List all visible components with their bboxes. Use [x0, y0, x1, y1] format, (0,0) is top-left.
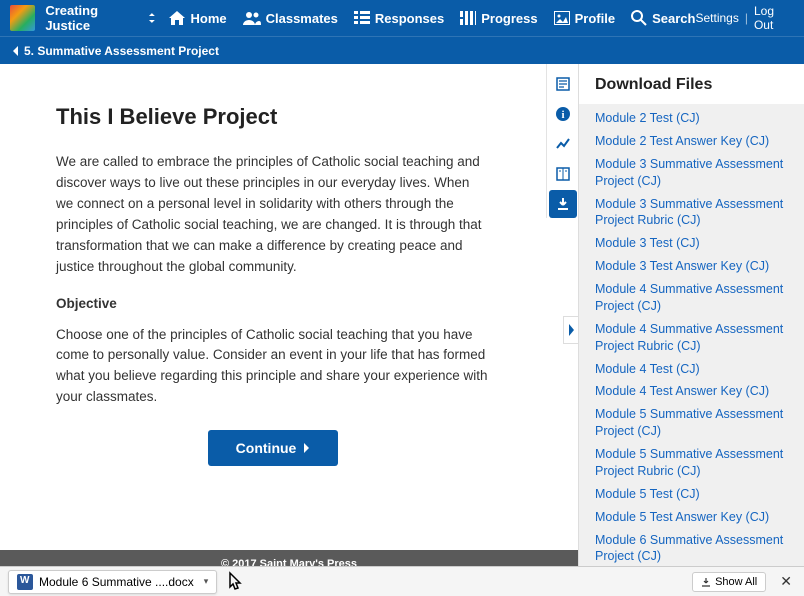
file-link[interactable]: Module 5 Test Answer Key (CJ) [595, 509, 788, 526]
tool-glossary[interactable] [549, 160, 577, 188]
nav-progress-label: Progress [481, 11, 537, 26]
cursor-icon [225, 571, 247, 593]
nav-responses[interactable]: Responses [354, 11, 444, 26]
logout-link[interactable]: Log Out [754, 4, 794, 32]
file-link[interactable]: Module 2 Test (CJ) [595, 110, 788, 127]
download-bar-right: Show All ✕ [692, 572, 796, 592]
top-nav: Creating Justice Home Classmates Respons… [0, 0, 804, 36]
course-selector[interactable]: Creating Justice [45, 3, 155, 33]
nav-profile-label: Profile [575, 11, 615, 26]
file-link[interactable]: Module 4 Summative Assessment Project Ru… [595, 321, 788, 355]
download-icon [701, 577, 711, 587]
show-all-button[interactable]: Show All [692, 572, 766, 592]
file-link[interactable]: Module 3 Test Answer Key (CJ) [595, 258, 788, 275]
file-link[interactable]: Module 4 Test (CJ) [595, 361, 788, 378]
word-doc-icon [17, 574, 33, 590]
home-icon [169, 11, 185, 25]
file-link[interactable]: Module 4 Test Answer Key (CJ) [595, 383, 788, 400]
list-icon [354, 11, 370, 25]
nav-classmates[interactable]: Classmates [243, 11, 338, 26]
main-column: This I Believe Project We are called to … [0, 64, 578, 596]
info-icon: i [555, 106, 571, 122]
tool-downloads[interactable] [549, 190, 577, 218]
continue-wrap: Continue [56, 430, 490, 466]
nav-search[interactable]: Search [631, 10, 695, 26]
chevron-right-icon [567, 324, 575, 336]
downloaded-file[interactable]: Module 6 Summative ....docx ▾ [8, 570, 217, 594]
book-icon [555, 166, 571, 182]
search-icon [631, 10, 647, 26]
nav-responses-label: Responses [375, 11, 444, 26]
file-link[interactable]: Module 3 Summative Assessment Project Ru… [595, 196, 788, 230]
nav-classmates-label: Classmates [266, 11, 338, 26]
tool-notes[interactable] [549, 70, 577, 98]
file-link[interactable]: Module 3 Summative Assessment Project (C… [595, 156, 788, 190]
close-download-bar[interactable]: ✕ [776, 573, 796, 590]
nav-home[interactable]: Home [169, 11, 226, 26]
svg-text:i: i [561, 109, 564, 121]
nav-search-label: Search [652, 11, 695, 26]
file-link[interactable]: Module 5 Summative Assessment Project (C… [595, 406, 788, 440]
file-link[interactable]: Module 3 Test (CJ) [595, 235, 788, 252]
content-area: This I Believe Project We are called to … [0, 64, 578, 550]
file-link[interactable]: Module 5 Test (CJ) [595, 486, 788, 503]
nav-profile[interactable]: Profile [554, 11, 615, 26]
chart-icon [460, 11, 476, 25]
download-bar: Module 6 Summative ....docx ▾ Show All ✕ [0, 566, 804, 596]
chevron-down-icon: ▾ [204, 576, 209, 587]
chevron-left-icon [12, 46, 20, 56]
nav-home-label: Home [190, 11, 226, 26]
download-panel: Download Files Module 2 Test (CJ)Module … [578, 64, 804, 596]
continue-button[interactable]: Continue [208, 430, 339, 466]
layout: This I Believe Project We are called to … [0, 64, 804, 596]
breadcrumb-bar: 5. Summative Assessment Project [0, 36, 804, 64]
downloaded-filename: Module 6 Summative ....docx [39, 575, 194, 589]
tool-strip: i [546, 64, 578, 218]
file-link[interactable]: Module 4 Summative Assessment Project (C… [595, 281, 788, 315]
nav-right: Settings | Log Out [695, 4, 794, 32]
nav-items: Home Classmates Responses Progress Profi… [169, 10, 695, 26]
intro-paragraph: We are called to embrace the principles … [56, 152, 490, 278]
notepad-icon [555, 76, 571, 92]
objective-heading: Objective [56, 296, 490, 311]
chevron-right-icon [302, 443, 310, 453]
file-link[interactable]: Module 5 Summative Assessment Project Ru… [595, 446, 788, 480]
people-icon [243, 11, 261, 25]
page-title: This I Believe Project [56, 104, 490, 130]
show-all-label: Show All [715, 576, 757, 588]
sort-icon [148, 13, 156, 23]
course-name: Creating Justice [45, 3, 143, 33]
logo[interactable] [10, 5, 35, 31]
nav-progress[interactable]: Progress [460, 11, 537, 26]
download-icon [555, 196, 571, 212]
file-list[interactable]: Module 2 Test (CJ) Module 2 Test Answer K… [579, 104, 804, 596]
continue-label: Continue [236, 440, 297, 456]
file-link[interactable]: Module 2 Test Answer Key (CJ) [595, 133, 788, 150]
trend-icon [555, 136, 571, 152]
file-link[interactable]: Module 6 Summative Assessment Project (C… [595, 532, 788, 566]
breadcrumb[interactable]: 5. Summative Assessment Project [12, 44, 219, 58]
objective-text: Choose one of the principles of Catholic… [56, 325, 490, 409]
separator: | [745, 11, 748, 25]
panel-title: Download Files [579, 64, 804, 104]
settings-link[interactable]: Settings [695, 11, 738, 25]
breadcrumb-label: 5. Summative Assessment Project [24, 44, 219, 58]
image-icon [554, 11, 570, 25]
panel-toggle[interactable] [563, 316, 579, 344]
tool-info[interactable]: i [549, 100, 577, 128]
tool-progress[interactable] [549, 130, 577, 158]
